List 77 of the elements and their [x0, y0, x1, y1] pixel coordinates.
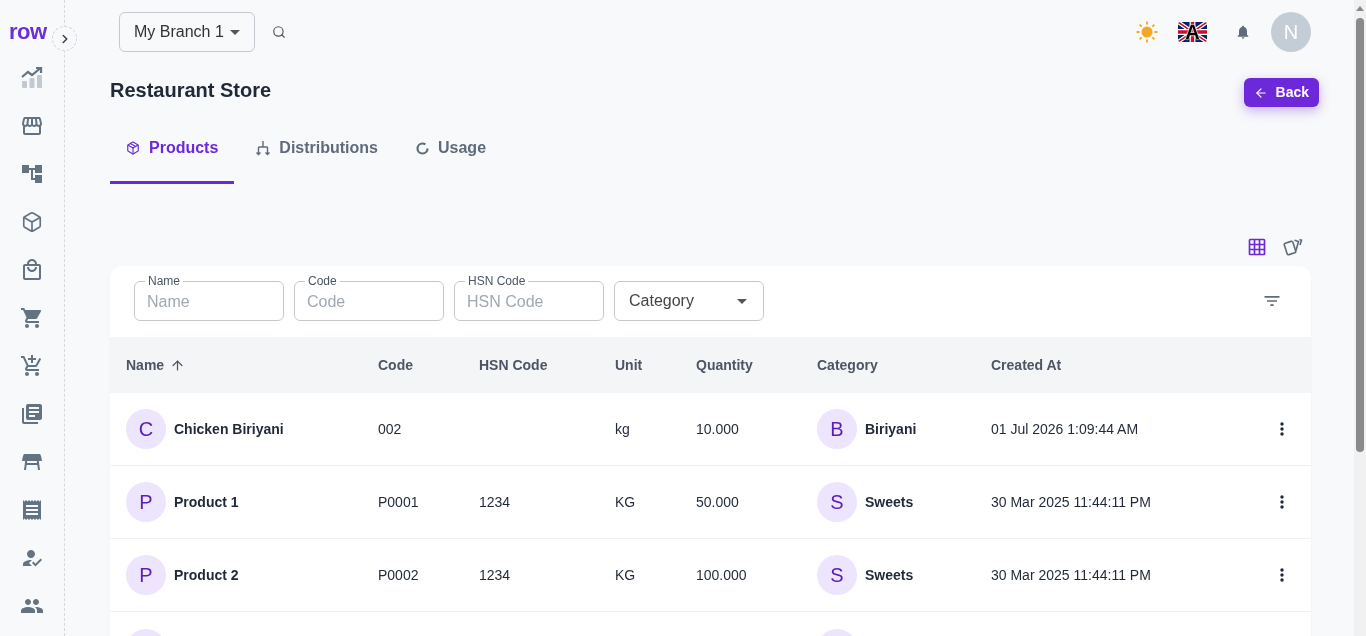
store-icon — [20, 114, 44, 138]
table-cell-text: 100.000 — [696, 565, 748, 585]
column-header[interactable]: Created At — [991, 354, 1062, 376]
table-cell-text: KG — [615, 492, 637, 512]
table-cell-text: P0001 — [378, 492, 420, 512]
tree-icon — [20, 162, 44, 186]
kebab-icon — [1280, 495, 1284, 509]
back-button[interactable]: Back — [1243, 78, 1319, 107]
product-name: Product 1 — [174, 492, 239, 512]
kebab-icon — [1280, 568, 1284, 582]
box-icon — [126, 141, 140, 155]
bag-icon — [20, 258, 44, 282]
scrollbar[interactable] — [1354, 0, 1366, 636]
receipt-icon — [20, 498, 44, 522]
split-arrows-icon — [256, 140, 271, 156]
column-header[interactable]: Code — [378, 354, 413, 376]
text-input[interactable]: HSN Code — [467, 287, 591, 318]
column-header[interactable]: Unit — [615, 354, 643, 376]
grid-icon — [1247, 237, 1267, 257]
collapse-button[interactable] — [52, 26, 77, 51]
tab[interactable]: Distributions — [240, 112, 394, 184]
category-name: Biriyani — [865, 419, 917, 439]
column-header[interactable]: Name — [126, 354, 165, 376]
branch-select[interactable]: My Branch 1 — [119, 12, 255, 52]
cart-icon — [20, 306, 44, 330]
category-select[interactable]: Category — [614, 281, 764, 321]
product-name: Product 2 — [174, 565, 239, 585]
search-button[interactable] — [271, 24, 287, 40]
text-input[interactable]: Code — [307, 287, 431, 318]
cart-icon — [20, 354, 44, 378]
avatar: P — [126, 555, 166, 595]
column-header[interactable]: Category — [817, 354, 878, 376]
table-cell-text: 30 Mar 2025 11:44:11 PM — [991, 492, 1152, 512]
category-name: Sweets — [865, 565, 914, 585]
column-header[interactable]: Quantity — [696, 354, 753, 376]
notifications-button[interactable] — [1235, 24, 1251, 40]
filter-field[interactable]: Code Code — [294, 275, 444, 321]
logo: row — [9, 19, 47, 44]
avatar: B — [817, 409, 857, 449]
kebab-icon — [1280, 422, 1284, 436]
cards-icon — [1283, 237, 1303, 257]
product-name: Chicken Biriyani — [174, 419, 284, 439]
tab[interactable]: Products — [110, 112, 235, 184]
table-cell-text: KG — [615, 565, 637, 585]
search-icon — [272, 25, 286, 39]
arrow-up-icon[interactable] — [1356, 6, 1364, 11]
tab[interactable]: Usage — [400, 112, 503, 184]
table-cell-text: 01 Jul 2026 1:09:44 AM — [991, 419, 1140, 439]
ring-icon — [416, 141, 429, 155]
table-cell-text: P0002 — [378, 565, 420, 585]
sun-icon — [1136, 21, 1158, 43]
table-cell: 1234 — [479, 566, 511, 583]
table-cell-text: kg — [615, 419, 631, 439]
avatar: P — [126, 482, 166, 522]
filter-field[interactable]: HSN Code HSN Code — [454, 275, 604, 321]
table-cell-text: 50.000 — [696, 492, 740, 512]
table-cell-text: 10.000 — [696, 419, 740, 439]
caret-icon — [737, 298, 747, 304]
column-header[interactable]: HSN Code — [479, 354, 548, 376]
avatar: S — [817, 555, 857, 595]
avatar: S — [817, 482, 857, 522]
table-cell: 1234 — [479, 493, 511, 510]
scrollbar-thumb[interactable] — [1356, 18, 1364, 452]
caret-icon — [230, 29, 240, 35]
box-icon — [21, 211, 43, 233]
chart-icon — [21, 67, 43, 89]
table-cell-text: 002 — [378, 419, 403, 439]
filter-field[interactable]: Name Name — [134, 275, 284, 321]
bell-icon — [1235, 24, 1251, 40]
text-input[interactable]: Name — [147, 287, 271, 318]
category-name: Sweets — [865, 492, 914, 512]
receipt-stack-icon — [20, 402, 44, 426]
avatar: C — [126, 409, 166, 449]
view-toggle[interactable] — [1247, 237, 1267, 257]
page-title: Restaurant Store — [110, 78, 272, 102]
view-toggle[interactable] — [1283, 237, 1303, 257]
table-cell-text: 30 Mar 2025 11:44:11 PM — [991, 565, 1152, 585]
